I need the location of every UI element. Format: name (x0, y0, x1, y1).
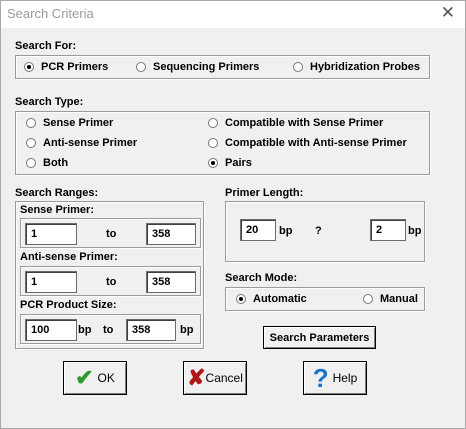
plus-minus-label: ? (315, 225, 322, 237)
sense-to-input[interactable]: 358 (146, 223, 196, 245)
cancel-label: Cancel (205, 371, 243, 385)
radio-label: Compatible with Anti-sense Primer (225, 137, 407, 149)
radio-indicator (26, 118, 36, 128)
radio-automatic[interactable]: Automatic (236, 293, 307, 305)
search-mode-group: Automatic Manual (225, 287, 425, 311)
title-bar: Search Criteria ✕ (1, 1, 465, 28)
to-label: to (106, 276, 117, 288)
search-for-label: Search For: (15, 40, 77, 52)
primer-length-group: 20 bp ? 2 bp (225, 201, 425, 262)
antisense-to-input[interactable]: 358 (146, 271, 196, 293)
radio-indicator (208, 158, 218, 168)
radio-sequencing-primers[interactable]: Sequencing Primers (136, 61, 259, 73)
radio-label: Both (43, 157, 69, 169)
radio-label: Anti-sense Primer (43, 137, 138, 149)
primer-length-tolerance-input[interactable]: 2 (370, 219, 406, 241)
pcr-to-input[interactable]: 358 (126, 319, 176, 341)
radio-hybridization-probes[interactable]: Hybridization Probes (293, 61, 420, 73)
radio-indicator (24, 62, 34, 72)
bp-unit-label: bp (78, 324, 92, 336)
question-mark-icon: ? (312, 363, 329, 393)
radio-both[interactable]: Both (26, 157, 68, 169)
close-icon[interactable]: ✕ (441, 3, 455, 23)
search-ranges-label: Search Ranges: (15, 187, 99, 199)
antisense-from-input[interactable]: 1 (25, 271, 77, 293)
radio-indicator (26, 138, 36, 148)
ok-button[interactable]: ✔ OK (63, 361, 127, 395)
to-label: to (103, 324, 114, 336)
search-parameters-label: Search Parameters (269, 331, 370, 344)
antisense-primer-range: 1 to 358 (20, 266, 201, 296)
radio-compatible-sense[interactable]: Compatible with Sense Primer (208, 117, 383, 129)
search-criteria-dialog: Search Criteria ✕ Search For: PCR Primer… (0, 0, 466, 429)
sense-primer-range: 1 to 358 (20, 218, 201, 248)
bp-unit-label: bp (279, 225, 293, 237)
radio-pairs[interactable]: Pairs (208, 157, 252, 169)
radio-manual[interactable]: Manual (363, 293, 418, 305)
sense-from-input[interactable]: 1 (25, 223, 77, 245)
radio-indicator (236, 294, 246, 304)
help-button[interactable]: ? Help (303, 361, 367, 395)
bp-unit-label: bp (408, 225, 422, 237)
radio-sense-primer[interactable]: Sense Primer (26, 117, 113, 129)
radio-indicator (136, 62, 146, 72)
pcr-from-input[interactable]: 100 (25, 319, 77, 341)
radio-indicator (363, 294, 373, 304)
radio-label: Manual (380, 293, 418, 305)
to-label: to (106, 228, 117, 240)
radio-compatible-antisense[interactable]: Compatible with Anti-sense Primer (208, 137, 407, 149)
radio-indicator (293, 62, 303, 72)
search-parameters-button[interactable]: Search Parameters (263, 326, 376, 349)
search-mode-label: Search Mode: (225, 272, 298, 284)
primer-length-label: Primer Length: (225, 187, 304, 199)
ok-label: OK (97, 371, 115, 385)
search-type-label: Search Type: (15, 96, 84, 108)
radio-label: Automatic (253, 293, 307, 305)
radio-indicator (26, 158, 36, 168)
radio-label: Compatible with Sense Primer (225, 117, 384, 129)
check-icon: ✔ (75, 365, 94, 390)
radio-label: Sense Primer (43, 117, 114, 129)
sense-primer-label: Sense Primer: (20, 204, 94, 216)
search-type-group: Sense Primer Anti-sense Primer Both Comp… (15, 111, 430, 175)
cancel-button[interactable]: ✘ Cancel (183, 361, 247, 395)
radio-label: Sequencing Primers (153, 61, 260, 73)
search-ranges-group: Sense Primer: 1 to 358 Anti-sense Primer… (15, 201, 204, 349)
radio-label: Pairs (225, 157, 252, 169)
cancel-x-icon: ✘ (187, 365, 206, 390)
radio-label: Hybridization Probes (310, 61, 421, 73)
radio-pcr-primers[interactable]: PCR Primers (24, 61, 108, 73)
pcr-product-range: 100 bp to 358 bp (20, 314, 201, 344)
bp-unit-label: bp (180, 324, 194, 336)
radio-anti-sense-primer[interactable]: Anti-sense Primer (26, 137, 137, 149)
dialog-title: Search Criteria (7, 6, 94, 21)
antisense-primer-label: Anti-sense Primer: (20, 251, 118, 263)
radio-indicator (208, 118, 218, 128)
primer-length-input[interactable]: 20 (240, 219, 276, 241)
radio-indicator (208, 138, 218, 148)
radio-label: PCR Primers (41, 61, 109, 73)
help-label: Help (332, 371, 358, 385)
pcr-product-size-label: PCR Product Size: (20, 299, 117, 311)
search-for-group: PCR Primers Sequencing Primers Hybridiza… (15, 55, 430, 79)
